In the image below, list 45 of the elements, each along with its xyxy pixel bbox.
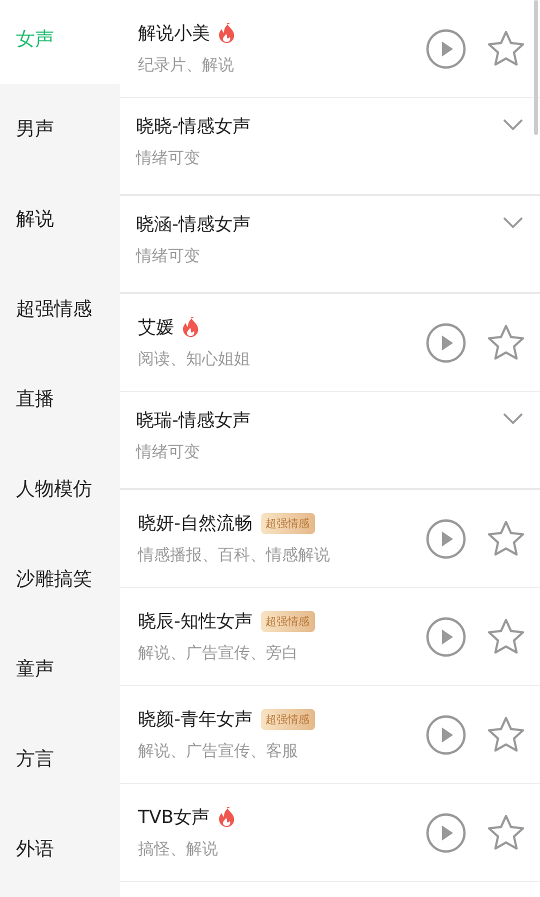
voice-tags: 情绪可变 xyxy=(136,148,502,169)
emotion-badge: 超强情感 xyxy=(260,610,314,632)
expand-button[interactable] xyxy=(502,412,524,426)
voice-tags: 解说、广告宣传、旁白 xyxy=(138,643,426,664)
category-tab[interactable]: 男声 xyxy=(0,84,120,174)
play-button[interactable] xyxy=(426,714,466,754)
emotion-badge: 超强情感 xyxy=(260,708,314,730)
voice-name: 艾媛 xyxy=(138,316,174,339)
voice-tags: 情绪可变 xyxy=(136,246,502,267)
expand-button[interactable] xyxy=(502,216,524,230)
play-button[interactable] xyxy=(426,616,466,656)
star-button[interactable] xyxy=(486,322,526,362)
voice-name: 晓妍-自然流畅 xyxy=(138,512,252,535)
voice-name: 晓辰-知性女声 xyxy=(138,610,252,633)
voice-tags: 情绪可变 xyxy=(136,442,502,463)
voice-tags: 阅读、知心姐姐 xyxy=(138,349,426,370)
category-tab[interactable]: 童声 xyxy=(0,624,120,714)
play-button[interactable] xyxy=(426,28,466,68)
category-tab[interactable]: 沙雕搞笑 xyxy=(0,534,120,624)
star-button[interactable] xyxy=(486,518,526,558)
voice-group-name: 晓涵-情感女声 xyxy=(136,213,252,236)
voice-tags: 解说、广告宣传、客服 xyxy=(138,741,426,762)
category-tab[interactable]: 解说 xyxy=(0,174,120,264)
play-button[interactable] xyxy=(426,322,466,362)
voice-name: TVB女声 xyxy=(138,806,210,829)
voice-tags: 情感播报、百科、情感解说 xyxy=(138,545,426,566)
play-button[interactable] xyxy=(426,518,466,558)
voice-tags: 纪录片、解说 xyxy=(138,55,426,76)
expand-button[interactable] xyxy=(502,118,524,132)
star-button[interactable] xyxy=(486,812,526,852)
category-tab[interactable]: 外语 xyxy=(0,804,120,894)
voice-name: 解说小美 xyxy=(138,22,210,45)
emotion-badge: 超强情感 xyxy=(260,512,314,534)
voice-group-name: 晓瑞-情感女声 xyxy=(136,409,252,432)
category-tab[interactable]: 直播 xyxy=(0,354,120,444)
voice-name: 晓颜-青年女声 xyxy=(138,708,252,731)
star-button[interactable] xyxy=(486,714,526,754)
star-button[interactable] xyxy=(486,616,526,656)
star-button[interactable] xyxy=(486,28,526,68)
category-tab[interactable]: 人物模仿 xyxy=(0,444,120,534)
category-tab[interactable]: 方言 xyxy=(0,714,120,804)
voice-tags: 搞怪、解说 xyxy=(138,839,426,860)
voice-group-name: 晓晓-情感女声 xyxy=(136,115,252,138)
category-tab[interactable]: 超强情感 xyxy=(0,264,120,354)
play-button[interactable] xyxy=(426,812,466,852)
